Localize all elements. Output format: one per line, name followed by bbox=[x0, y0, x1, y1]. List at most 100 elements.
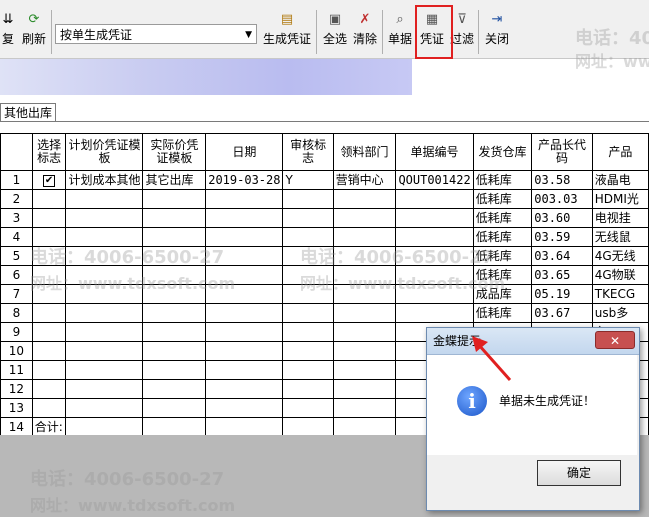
table-cell bbox=[31, 398, 67, 418]
table-cell: 03.64 bbox=[531, 246, 593, 266]
toolbar: ⇊ 复 ⟳ 刷新 按单生成凭证 ▼ ▤ 生成凭证 ▣ 全选 ✗ 清除 ⌕ 单据 … bbox=[0, 0, 649, 59]
table-cell bbox=[31, 246, 67, 266]
select-checkbox[interactable]: ✔ bbox=[43, 174, 56, 187]
restore-button[interactable]: ⇊ 复 bbox=[0, 8, 16, 56]
table-cell: 低耗库 bbox=[472, 170, 533, 190]
table-cell bbox=[31, 341, 67, 361]
table-cell bbox=[332, 341, 397, 361]
row-number: 14 bbox=[0, 417, 33, 435]
table-cell: 03.60 bbox=[531, 208, 593, 228]
table-row[interactable]: 1 ✔ 计划成本其他 其它出库 2019-03-28 Y 营销中心 QOUT001422 低耗库… bbox=[0, 170, 649, 190]
table-cell bbox=[142, 341, 207, 361]
document-search-icon: ⌕ bbox=[396, 12, 404, 27]
column-header[interactable]: 领料部门 bbox=[332, 133, 397, 171]
table-cell bbox=[65, 379, 144, 399]
refresh-button[interactable]: ⟳ 刷新 bbox=[20, 8, 48, 56]
column-header[interactable]: 计划价凭证模板 bbox=[65, 133, 144, 171]
table-row[interactable]: 7 成品库 05.19 TKECG bbox=[0, 284, 649, 304]
table-cell bbox=[332, 189, 397, 209]
table-row[interactable]: 2 低耗库 003.03 HDMI光 bbox=[0, 189, 649, 209]
red-arrow-annotation bbox=[472, 336, 512, 381]
table-cell bbox=[282, 398, 334, 418]
table-row[interactable]: 3 低耗库 03.60 电视挂 bbox=[0, 208, 649, 228]
table-cell: 液晶电 bbox=[591, 170, 649, 190]
table-cell bbox=[65, 284, 144, 304]
table-cell bbox=[205, 322, 284, 342]
table-cell bbox=[332, 360, 397, 380]
exit-icon: ⇥ bbox=[491, 12, 503, 27]
tab-other-outbound[interactable]: 其他出库 bbox=[0, 103, 57, 122]
table-cell bbox=[282, 322, 334, 342]
table-cell: 低耗库 bbox=[472, 227, 533, 247]
table-cell bbox=[395, 284, 474, 304]
row-number: 4 bbox=[0, 227, 33, 247]
table-cell: 05.19 bbox=[531, 284, 593, 304]
dialog-close-button[interactable]: ✕ bbox=[595, 331, 635, 349]
select-all-button[interactable]: ▣ 全选 bbox=[322, 8, 348, 56]
column-header[interactable]: 产品长代码 bbox=[531, 133, 593, 171]
table-cell bbox=[142, 246, 207, 266]
info-icon: i bbox=[457, 386, 487, 416]
table-cell: 无线鼠 bbox=[591, 227, 649, 247]
refresh-icon: ⟳ bbox=[28, 12, 40, 27]
row-number: 7 bbox=[0, 284, 33, 304]
table-cell bbox=[282, 360, 334, 380]
table-cell: 03.67 bbox=[531, 303, 593, 323]
table-cell bbox=[31, 208, 67, 228]
table-cell: 4G物联 bbox=[591, 265, 649, 285]
column-header[interactable]: 发货仓库 bbox=[472, 133, 533, 171]
table-cell bbox=[282, 208, 334, 228]
table-cell: 03.58 bbox=[531, 170, 593, 190]
row-number: 5 bbox=[0, 246, 33, 266]
table-cell: 计划成本其他 bbox=[65, 170, 144, 190]
generate-mode-select[interactable]: 按单生成凭证 ▼ bbox=[55, 24, 257, 44]
close-button[interactable]: ⇥ 关闭 bbox=[484, 8, 510, 56]
table-cell bbox=[31, 322, 67, 342]
tab-divider bbox=[0, 121, 649, 122]
row-number: 13 bbox=[0, 398, 33, 418]
table-row[interactable]: 8 低耗库 03.67 usb多 bbox=[0, 303, 649, 323]
table-cell: 4G无线 bbox=[591, 246, 649, 266]
table-cell bbox=[142, 208, 207, 228]
table-cell bbox=[31, 189, 67, 209]
table-cell bbox=[395, 265, 474, 285]
column-header[interactable]: 实际价凭证模板 bbox=[142, 133, 207, 171]
column-header[interactable]: 选择标志 bbox=[31, 133, 67, 171]
table-cell bbox=[332, 303, 397, 323]
table-cell bbox=[205, 189, 284, 209]
table-cell bbox=[332, 284, 397, 304]
table-cell bbox=[142, 398, 207, 418]
table-cell: 03.59 bbox=[531, 227, 593, 247]
table-cell bbox=[31, 227, 67, 247]
document-button[interactable]: ⌕ 单据 bbox=[387, 8, 413, 56]
table-cell bbox=[65, 360, 144, 380]
table-row[interactable]: 5 低耗库 03.64 4G无线 bbox=[0, 246, 649, 266]
column-header[interactable]: 日期 bbox=[205, 133, 284, 171]
table-cell bbox=[65, 303, 144, 323]
column-header[interactable] bbox=[0, 133, 33, 171]
table-row[interactable]: 4 低耗库 03.59 无线鼠 bbox=[0, 227, 649, 247]
clear-button[interactable]: ✗ 清除 bbox=[352, 8, 378, 56]
table-cell: 03.65 bbox=[531, 265, 593, 285]
dialog-ok-button[interactable]: 确定 bbox=[537, 460, 621, 486]
table-cell bbox=[282, 284, 334, 304]
table-row[interactable]: 6 低耗库 03.65 4G物联 bbox=[0, 265, 649, 285]
row-number: 3 bbox=[0, 208, 33, 228]
table-cell bbox=[65, 227, 144, 247]
column-header[interactable]: 产品 bbox=[591, 133, 649, 171]
generate-voucher-icon: ▤ bbox=[280, 12, 294, 27]
table-cell: ✔ bbox=[31, 170, 67, 190]
table-cell bbox=[332, 417, 397, 435]
table-cell: 营销中心 bbox=[332, 170, 397, 190]
filter-icon: ⊽ bbox=[457, 12, 467, 27]
table-cell bbox=[332, 379, 397, 399]
table-header-row: 选择标志 计划价凭证模板 实际价凭证模板 日期 审核标志 领料部门 单据编号 发货仓库 产品长代… bbox=[0, 133, 649, 171]
row-number: 8 bbox=[0, 303, 33, 323]
column-header[interactable]: 单据编号 bbox=[395, 133, 474, 171]
generate-voucher-button[interactable]: ▤ 生成凭证 bbox=[262, 8, 312, 56]
table-cell bbox=[205, 208, 284, 228]
column-header[interactable]: 审核标志 bbox=[282, 133, 334, 171]
table-cell bbox=[395, 189, 474, 209]
row-number: 9 bbox=[0, 322, 33, 342]
table-cell bbox=[65, 208, 144, 228]
